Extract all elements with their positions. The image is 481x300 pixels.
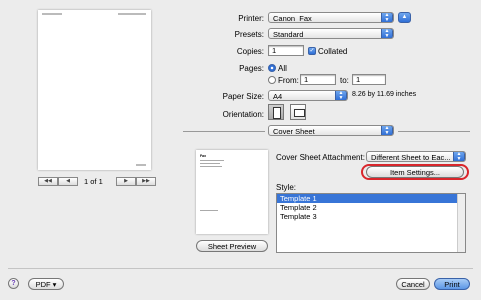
style-list-item[interactable]: Template 2	[277, 203, 465, 212]
chevron-updown-icon: ▲ ▼	[381, 29, 393, 38]
pages-label: Pages:	[239, 64, 264, 73]
expand-dialog-button[interactable]: ▲	[398, 12, 411, 23]
presets-label: Presets:	[234, 30, 264, 39]
paper-size-label: Paper Size:	[222, 92, 264, 101]
printer-value: Canon_Fax	[273, 14, 312, 23]
chevron-updown-icon: ▲ ▼	[381, 13, 393, 22]
preview-header-left	[42, 13, 62, 15]
page-preview	[38, 10, 151, 170]
next-page-button[interactable]: ▶	[116, 177, 136, 186]
cover-sheet-thumbnail: Fax	[196, 150, 268, 234]
pages-from-field[interactable]: 1	[300, 74, 336, 85]
portrait-button[interactable]	[268, 104, 284, 120]
presets-value: Standard	[273, 30, 304, 39]
copies-label: Copies:	[236, 47, 264, 56]
printer-select[interactable]: Canon_Fax ▲ ▼	[268, 12, 394, 23]
sheet-preview-button[interactable]: Sheet Preview	[196, 240, 268, 252]
cover-attachment-value: Different Sheet to Eac...	[371, 153, 451, 162]
pages-from-label: From:	[278, 76, 299, 85]
copies-field[interactable]: 1	[268, 45, 304, 56]
pages-all-label: All	[278, 64, 287, 73]
pages-all-radio[interactable]	[268, 64, 276, 72]
orientation-label: Orientation:	[222, 110, 264, 119]
presets-select[interactable]: Standard ▲ ▼	[268, 28, 394, 39]
pages-from-radio[interactable]	[268, 76, 276, 84]
pages-to-field[interactable]: 1	[352, 74, 386, 85]
section-value: Cover Sheet	[273, 127, 315, 136]
landscape-button[interactable]	[290, 104, 306, 120]
section-divider-left	[183, 131, 265, 132]
collated-label: Collated	[318, 47, 348, 56]
chevron-updown-icon: ▲ ▼	[335, 91, 347, 100]
style-list-item[interactable]: Template 1	[277, 194, 465, 203]
page-indicator: 1 of 1	[84, 177, 103, 186]
printer-label: Printer:	[238, 14, 264, 23]
help-icon: ?	[11, 280, 16, 287]
style-label: Style:	[276, 183, 297, 192]
cancel-button[interactable]: Cancel	[396, 278, 430, 290]
paper-size-value: A4	[273, 92, 283, 101]
print-button[interactable]: Print	[434, 278, 470, 290]
section-divider-right	[398, 131, 470, 132]
pdf-menu-button[interactable]: PDF ▾	[28, 278, 64, 290]
thumb-line-3	[200, 166, 222, 167]
thumb-title: Fax	[200, 154, 207, 158]
prev-page-button[interactable]: ◀	[58, 177, 78, 186]
section-select[interactable]: Cover Sheet ▲ ▼	[268, 125, 394, 136]
thumb-line-1	[200, 160, 224, 161]
help-button[interactable]: ?	[8, 278, 19, 289]
landscape-icon	[294, 109, 305, 117]
last-page-button[interactable]: ▶▶	[136, 177, 156, 186]
preview-footer	[136, 164, 146, 166]
thumb-line-2	[200, 163, 220, 164]
paper-dimensions: 8.26 by 11.69 inches	[352, 91, 417, 98]
style-list-item[interactable]: Template 3	[277, 212, 465, 221]
paper-size-select[interactable]: A4 ▲ ▼	[268, 90, 348, 101]
style-list[interactable]: Template 1 Template 2 Template 3	[276, 193, 466, 253]
cover-attachment-select[interactable]: Different Sheet to Eac... ▲ ▼	[366, 151, 466, 162]
cover-attachment-label: Cover Sheet Attachment:	[276, 153, 365, 162]
item-settings-button[interactable]: Item Settings...	[366, 166, 464, 178]
preview-header-right	[118, 13, 146, 15]
bottom-separator	[8, 268, 473, 269]
list-scrollbar[interactable]	[457, 194, 465, 252]
first-page-button[interactable]: ◀◀	[38, 177, 58, 186]
portrait-icon	[273, 107, 281, 119]
chevron-updown-icon: ▲ ▼	[453, 152, 465, 161]
collated-checkbox[interactable]: ✓	[308, 47, 316, 55]
chevron-updown-icon: ▲ ▼	[381, 126, 393, 135]
pages-to-label: to:	[340, 76, 349, 85]
disclosure-up-icon: ▲	[401, 14, 408, 20]
thumb-line-4	[200, 210, 218, 211]
